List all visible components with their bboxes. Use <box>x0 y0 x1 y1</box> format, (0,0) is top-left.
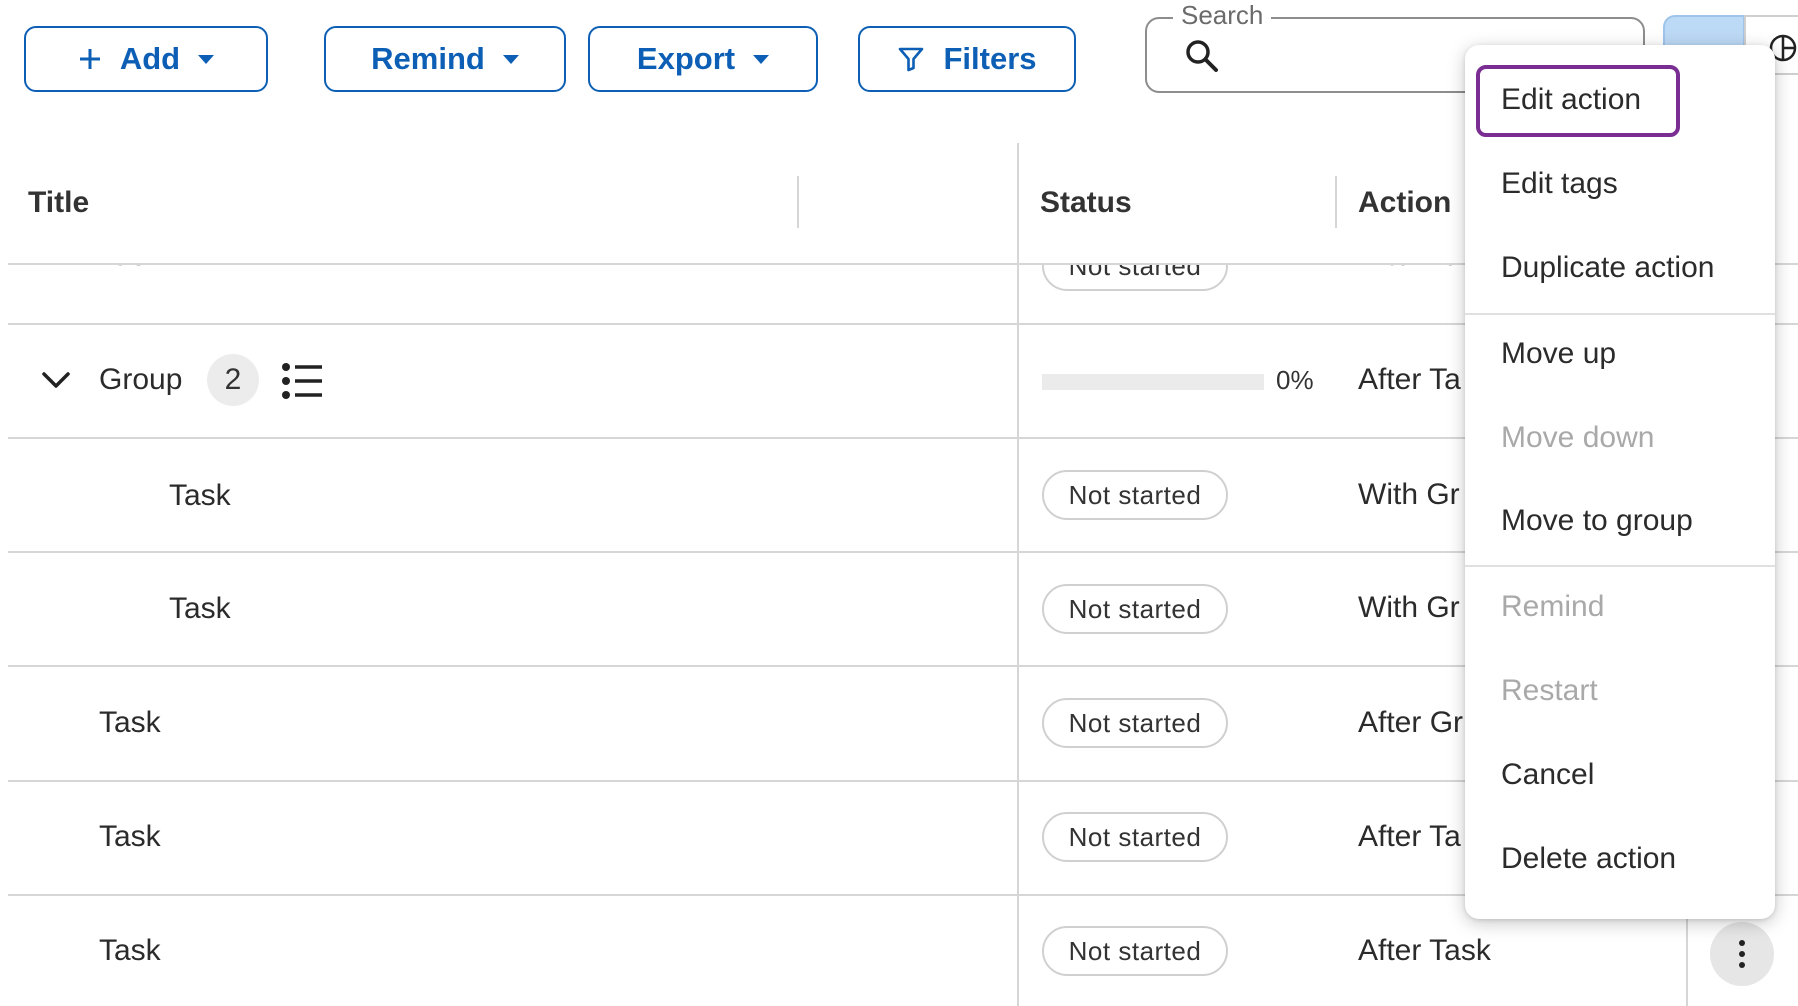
plus-icon <box>79 49 100 69</box>
menu-item-move-to-group[interactable]: Move to group <box>1501 504 1693 538</box>
chevron-down-icon[interactable] <box>40 368 72 392</box>
row-title: Task <box>169 479 231 512</box>
status-badge: Not started <box>1042 698 1228 748</box>
search-label: Search <box>1173 0 1272 31</box>
menu-separator <box>1465 565 1775 567</box>
column-divider <box>797 176 799 228</box>
filter-icon <box>899 47 924 72</box>
group-progress-bar <box>1042 374 1264 390</box>
column-divider <box>1335 176 1337 228</box>
menu-item-move-up[interactable]: Move up <box>1501 337 1616 371</box>
row-action: With Gr <box>1358 478 1460 511</box>
row-more-actions-button[interactable] <box>1710 922 1774 986</box>
more-vertical-icon-dot <box>1739 962 1745 968</box>
group-progress-text: 0% <box>1276 365 1314 395</box>
status-badge: Not started <box>1042 265 1228 291</box>
row-title: Task <box>99 820 161 853</box>
row-action: After Gr <box>1358 706 1464 739</box>
filters-button[interactable]: Filters <box>858 26 1076 92</box>
menu-item-cancel[interactable]: Cancel <box>1501 758 1594 792</box>
row-title: Task <box>99 265 161 273</box>
row-title: Task <box>99 706 161 739</box>
add-button-label: Add <box>119 41 181 76</box>
status-badge: Not started <box>1042 926 1228 976</box>
menu-item-edit-action[interactable]: Edit action <box>1501 83 1641 117</box>
row-title: Task <box>99 934 161 967</box>
column-header-action[interactable]: Action <box>1358 186 1451 220</box>
more-vertical-icon <box>1739 940 1745 946</box>
export-button[interactable]: Export <box>588 26 818 92</box>
status-badge: Not started <box>1042 812 1228 862</box>
menu-item-move-down: Move down <box>1501 421 1655 454</box>
search-icon <box>1186 40 1218 72</box>
menu-item-restart: Restart <box>1501 674 1598 707</box>
status-badge: Not started <box>1042 470 1228 520</box>
menu-item-delete-action[interactable]: Delete action <box>1501 842 1676 876</box>
column-header-title[interactable]: Title <box>28 186 89 220</box>
more-vertical-icon-dot <box>1739 951 1745 957</box>
list-icon[interactable] <box>281 362 323 400</box>
group-title: Group <box>99 363 183 396</box>
row-action: After Ta <box>1358 363 1461 396</box>
row-action: After Ta <box>1358 820 1461 853</box>
caret-down-icon <box>502 54 519 64</box>
remind-button[interactable]: Remind <box>324 26 566 92</box>
status-badge: Not started <box>1042 584 1228 634</box>
menu-item-edit-tags[interactable]: Edit tags <box>1501 167 1618 201</box>
export-button-label: Export <box>636 41 736 76</box>
menu-separator <box>1465 313 1775 315</box>
row-action: With Gr <box>1358 591 1460 624</box>
filters-button-label: Filters <box>943 41 1037 76</box>
menu-item-duplicate-action[interactable]: Duplicate action <box>1501 251 1714 285</box>
group-count-badge: 2 <box>207 354 259 406</box>
row-action: After Ta <box>1358 265 1461 273</box>
row-action: After Task <box>1358 934 1491 967</box>
caret-down-icon <box>198 54 215 64</box>
row-actions-menu: Edit action Edit tags Duplicate action M… <box>1465 45 1775 919</box>
remind-button-label: Remind <box>371 41 485 76</box>
add-button[interactable]: Add <box>24 26 268 92</box>
column-header-status[interactable]: Status <box>1040 186 1132 220</box>
caret-down-icon <box>753 54 770 64</box>
menu-item-remind: Remind <box>1501 590 1605 623</box>
row-title: Task <box>169 592 231 625</box>
